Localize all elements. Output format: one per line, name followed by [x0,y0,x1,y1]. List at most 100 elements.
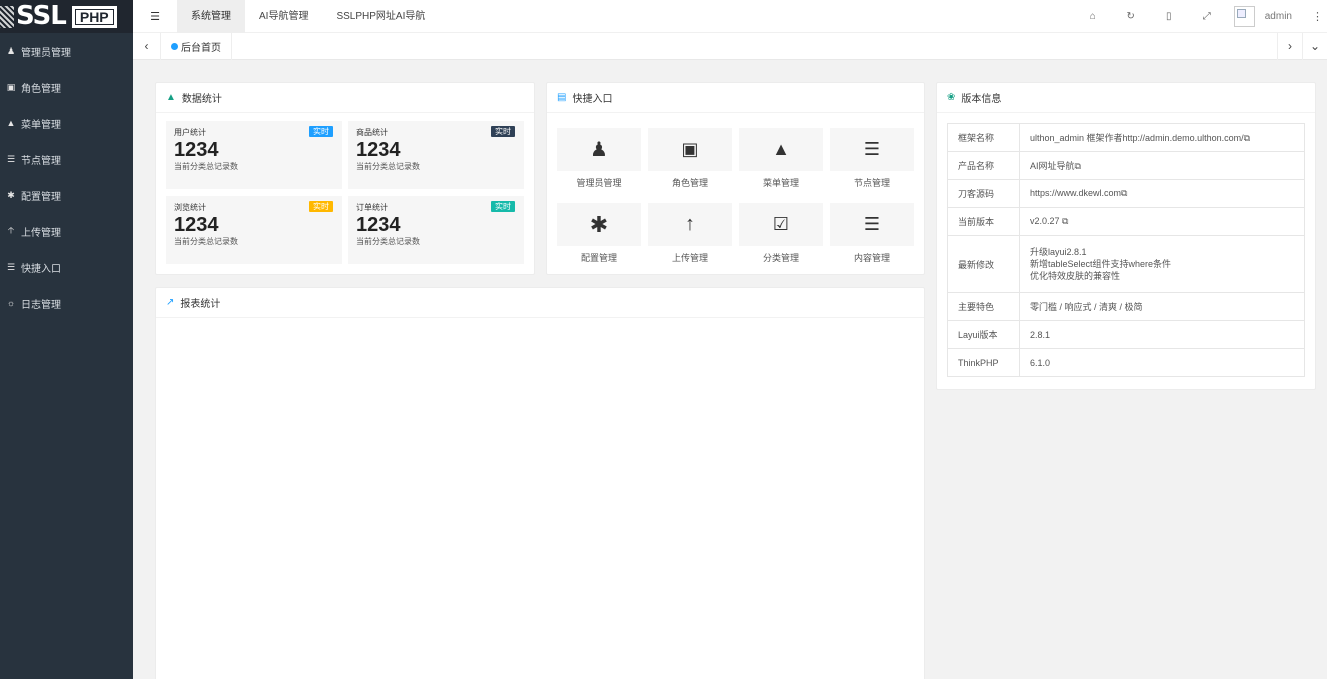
sidebar-item-upload[interactable]: 🡡 上传管理 [0,213,133,249]
sidebar: SSL PHP ♟ 管理员管理 ▣ 角色管理 ▲ 菜单管理 ☰ 节点管理 ✱ 配置管理 🡡… [0,0,133,679]
calendar-check-icon: ☑ [772,214,790,234]
version-value: AI网址导航⧉ [1019,151,1305,180]
clear-icon[interactable]: ▯ [1150,11,1188,22]
quick-entry-header: ▤ 快捷入口 [547,83,924,113]
user-icon: ♟ [6,45,16,56]
sidebar-item-menu[interactable]: ▲ 菜单管理 [0,105,133,141]
quick-entry-label: 上传管理 [671,253,708,263]
page-tabs-bar: ‹ 后台首页 › ⌄ [133,32,1327,60]
quick-entry-label: 菜单管理 [762,178,799,188]
stat-desc: 当前分类总记录数 [174,237,238,246]
quick-entry-label: 角色管理 [671,178,708,188]
table-row: 刀客源码 https://www.dkewl.com⧉ [947,179,1305,208]
realtime-badge: 实时 [309,201,333,212]
menu-toggle-icon[interactable]: ☰ [133,10,177,23]
sidebar-item-label: 节点管理 [21,155,61,167]
credit-card-icon: ▤ [557,92,567,103]
sidebar-item-quick[interactable]: ☰ 快捷入口 [0,249,133,285]
upload-icon: 🡡 [7,225,15,235]
data-stats-header: ▲ 数据统计 [156,83,534,113]
stat-card[interactable]: 浏览统计 1234 当前分类总记录数 实时 [166,196,342,264]
avatar[interactable] [1233,5,1255,27]
sidebar-item-node[interactable]: ☰ 节点管理 [0,141,133,177]
username[interactable]: admin [1265,11,1292,22]
more-vertical-icon[interactable]: ⋮ [1312,10,1323,23]
sidebar-item-config[interactable]: ✱ 配置管理 [0,177,133,213]
tabs-controls: › ⌄ [1277,32,1327,60]
logo[interactable]: SSL PHP [0,0,133,33]
version-key: 主要特色 [947,292,1020,321]
tabs-scroll-right-icon[interactable]: › [1277,32,1302,60]
sidebar-item-label: 菜单管理 [21,119,61,131]
tab-system[interactable]: 系统管理 [177,0,245,33]
quick-entry-label: 内容管理 [853,253,890,263]
version-card: ❀ 版本信息 框架名称 ulthon_admin 框架作者http://admi… [936,82,1316,390]
quick-entry-label: 分类管理 [762,253,799,263]
logo-mark: SSL [0,0,67,33]
line-chart-icon: ↗ [166,297,175,308]
sidebar-item-label: 配置管理 [21,191,61,203]
quick-entry-menu[interactable]: ▲ 菜单管理 [739,128,823,189]
sidebar-menu: ♟ 管理员管理 ▣ 角色管理 ▲ 菜单管理 ☰ 节点管理 ✱ 配置管理 🡡 上传管理 ☰ 快捷… [0,33,133,321]
report-card: ↗ 报表统计 [155,287,925,679]
header-right: ⌂ ↻ ▯ ⤢ admin ⋮ [1074,0,1327,33]
list-icon: ☰ [6,261,16,272]
quick-entry-admin[interactable]: ♟ 管理员管理 [557,128,641,189]
sidebar-item-label: 上传管理 [21,227,61,239]
copy-icon[interactable]: ⧉ [1244,133,1250,143]
role-icon: ▣ [681,139,699,159]
version-key: 框架名称 [947,123,1020,152]
data-stats-card: ▲ 数据统计 用户统计 1234 当前分类总记录数 实时 商品统计 1234 当… [155,82,535,275]
sidebar-item-admin[interactable]: ♟ 管理员管理 [0,33,133,69]
log-icon: ☼ [6,298,16,308]
version-value: 2.8.1 [1019,320,1305,349]
version-key: 最新修改 [947,235,1020,293]
version-key: ThinkPHP [947,348,1020,377]
upload-icon: ↑ [685,213,695,235]
tab-ai-nav[interactable]: AI导航管理 [245,0,322,33]
quick-entry-category[interactable]: ☑ 分类管理 [739,203,823,264]
leaf-icon: ❀ [947,92,956,103]
sidebar-item-role[interactable]: ▣ 角色管理 [0,69,133,105]
stat-card[interactable]: 商品统计 1234 当前分类总记录数 实时 [348,121,524,189]
list-icon: ☰ [863,214,881,234]
stat-card[interactable]: 订单统计 1234 当前分类总记录数 实时 [348,196,524,264]
quick-entry-config[interactable]: ✱ 配置管理 [557,203,641,264]
quick-entry-role[interactable]: ▣ 角色管理 [648,128,732,189]
stat-card[interactable]: 用户统计 1234 当前分类总记录数 实时 [166,121,342,189]
quick-entry-content[interactable]: ☰ 内容管理 [830,203,914,264]
quick-entry-label: 节点管理 [853,178,890,188]
page-tab-home[interactable]: 后台首页 [161,32,232,60]
asterisk-icon: ✱ [7,189,15,200]
role-icon: ▣ [6,81,16,92]
copy-icon[interactable]: ⧉ [1062,216,1068,226]
version-value: 6.1.0 [1019,348,1305,377]
stat-value: 1234 [356,139,401,161]
table-row: 最新修改 升级layui2.8.1 新增tableSelect组件支持where… [947,235,1305,293]
stat-desc: 当前分类总记录数 [356,237,420,246]
quick-entry-card: ▤ 快捷入口 ♟ 管理员管理 ▣ 角色管理 ▲ 菜单管理 ☰ 节点管理 ✱ 配置… [546,82,925,275]
table-row: ThinkPHP 6.1.0 [947,348,1305,377]
tree-icon: ▲ [6,118,16,128]
quick-entry-upload[interactable]: ↑ 上传管理 [648,203,732,264]
tab-sslphp-nav[interactable]: SSLPHP网址AI导航 [322,0,439,33]
quick-entry-node[interactable]: ☰ 节点管理 [830,128,914,189]
table-row: 框架名称 ulthon_admin 框架作者http://admin.demo.… [947,123,1305,152]
top-header: ☰ 系统管理 AI导航管理 SSLPHP网址AI导航 ⌂ ↻ ▯ ⤢ admin… [133,0,1327,33]
realtime-badge: 实时 [309,126,333,137]
home-icon[interactable]: ⌂ [1074,11,1112,22]
table-row: 产品名称 AI网址导航⧉ [947,151,1305,180]
warning-icon: ▲ [166,92,176,103]
copy-icon[interactable]: ⧉ [1075,161,1081,171]
version-header: ❀ 版本信息 [937,83,1315,113]
report-title: 报表统计 [180,299,221,310]
copy-icon[interactable]: ⧉ [1121,188,1127,198]
tabs-dropdown-icon[interactable]: ⌄ [1302,32,1327,60]
sidebar-item-log[interactable]: ☼ 日志管理 [0,285,133,321]
stat-value: 1234 [174,214,219,236]
version-value: 零门槛 / 响应式 / 清爽 / 极简 [1019,292,1305,321]
version-table: 框架名称 ulthon_admin 框架作者http://admin.demo.… [947,123,1305,377]
tabs-scroll-left-icon[interactable]: ‹ [133,32,161,60]
refresh-icon[interactable]: ↻ [1112,11,1150,22]
fullscreen-icon[interactable]: ⤢ [1188,11,1226,22]
